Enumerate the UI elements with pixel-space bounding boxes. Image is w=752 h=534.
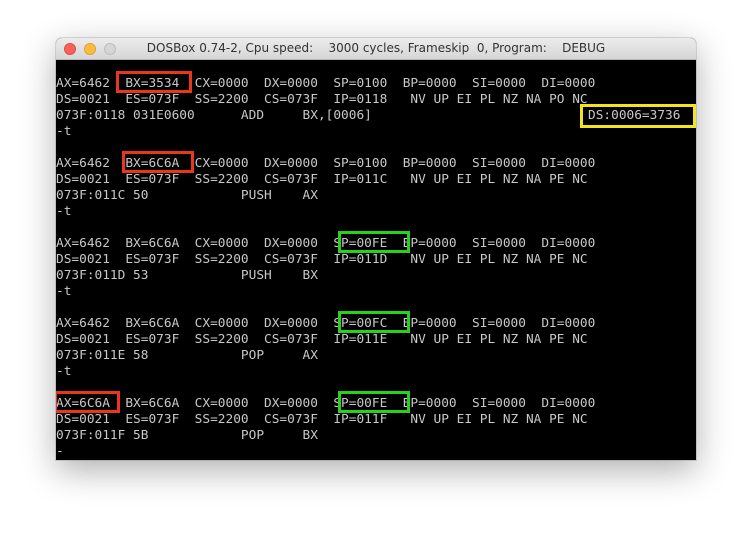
highlight-box-bx xyxy=(122,151,194,173)
highlight-box-memory xyxy=(580,104,696,128)
window-title: DOSBox 0.74-2, Cpu speed: 3000 cycles, F… xyxy=(146,41,606,55)
title-bar[interactable]: DOSBox 0.74-2, Cpu speed: 3000 cycles, F… xyxy=(56,38,696,60)
terminal-line: DS=0021 ES=073F SS=2200 CS=073F IP=0118 … xyxy=(56,92,588,107)
terminal-line: DS=0021 ES=073F SS=2200 CS=073F IP=011C … xyxy=(56,172,588,187)
terminal-line: DS=0021 ES=073F SS=2200 CS=073F IP=011D … xyxy=(56,252,588,267)
terminal-line: -t xyxy=(56,124,72,139)
terminal-line: 073F:011D 53 PUSH BX xyxy=(56,268,318,283)
highlight-box-sp xyxy=(338,311,410,333)
terminal-line: -t xyxy=(56,204,72,219)
terminal-line: DS=0021 ES=073F SS=2200 CS=073F IP=011F … xyxy=(56,412,588,427)
terminal-prompt: - xyxy=(56,444,64,459)
terminal-line: AX=6C6A BX=6C6A CX=0000 DX=0000 SP=00FE … xyxy=(56,396,596,411)
highlight-box-ax xyxy=(56,391,120,413)
terminal-line: 073F:011E 58 POP AX xyxy=(56,348,318,363)
terminal-line: -t xyxy=(56,284,72,299)
highlight-box-bx xyxy=(116,71,192,93)
terminal-screen[interactable]: AX=6462 BX=3534 CX=0000 DX=0000 SP=0100 … xyxy=(56,60,696,460)
terminal-line: 073F:011F 5B POP BX xyxy=(56,428,318,443)
highlight-box-sp xyxy=(338,391,410,413)
dosbox-window: DOSBox 0.74-2, Cpu speed: 3000 cycles, F… xyxy=(56,38,696,460)
terminal-line: AX=6462 BX=6C6A CX=0000 DX=0000 SP=00FC … xyxy=(56,316,596,331)
highlight-box-sp xyxy=(338,231,410,253)
terminal-line: DS=0021 ES=073F SS=2200 CS=073F IP=011E … xyxy=(56,332,588,347)
terminal-line: -t xyxy=(56,364,72,379)
terminal-line: AX=6462 BX=6C6A CX=0000 DX=0000 SP=00FE … xyxy=(56,236,596,251)
terminal-line: 073F:0118 031E0600 ADD BX,[0006] xyxy=(56,108,372,123)
terminal-line: 073F:011C 50 PUSH AX xyxy=(56,188,318,203)
